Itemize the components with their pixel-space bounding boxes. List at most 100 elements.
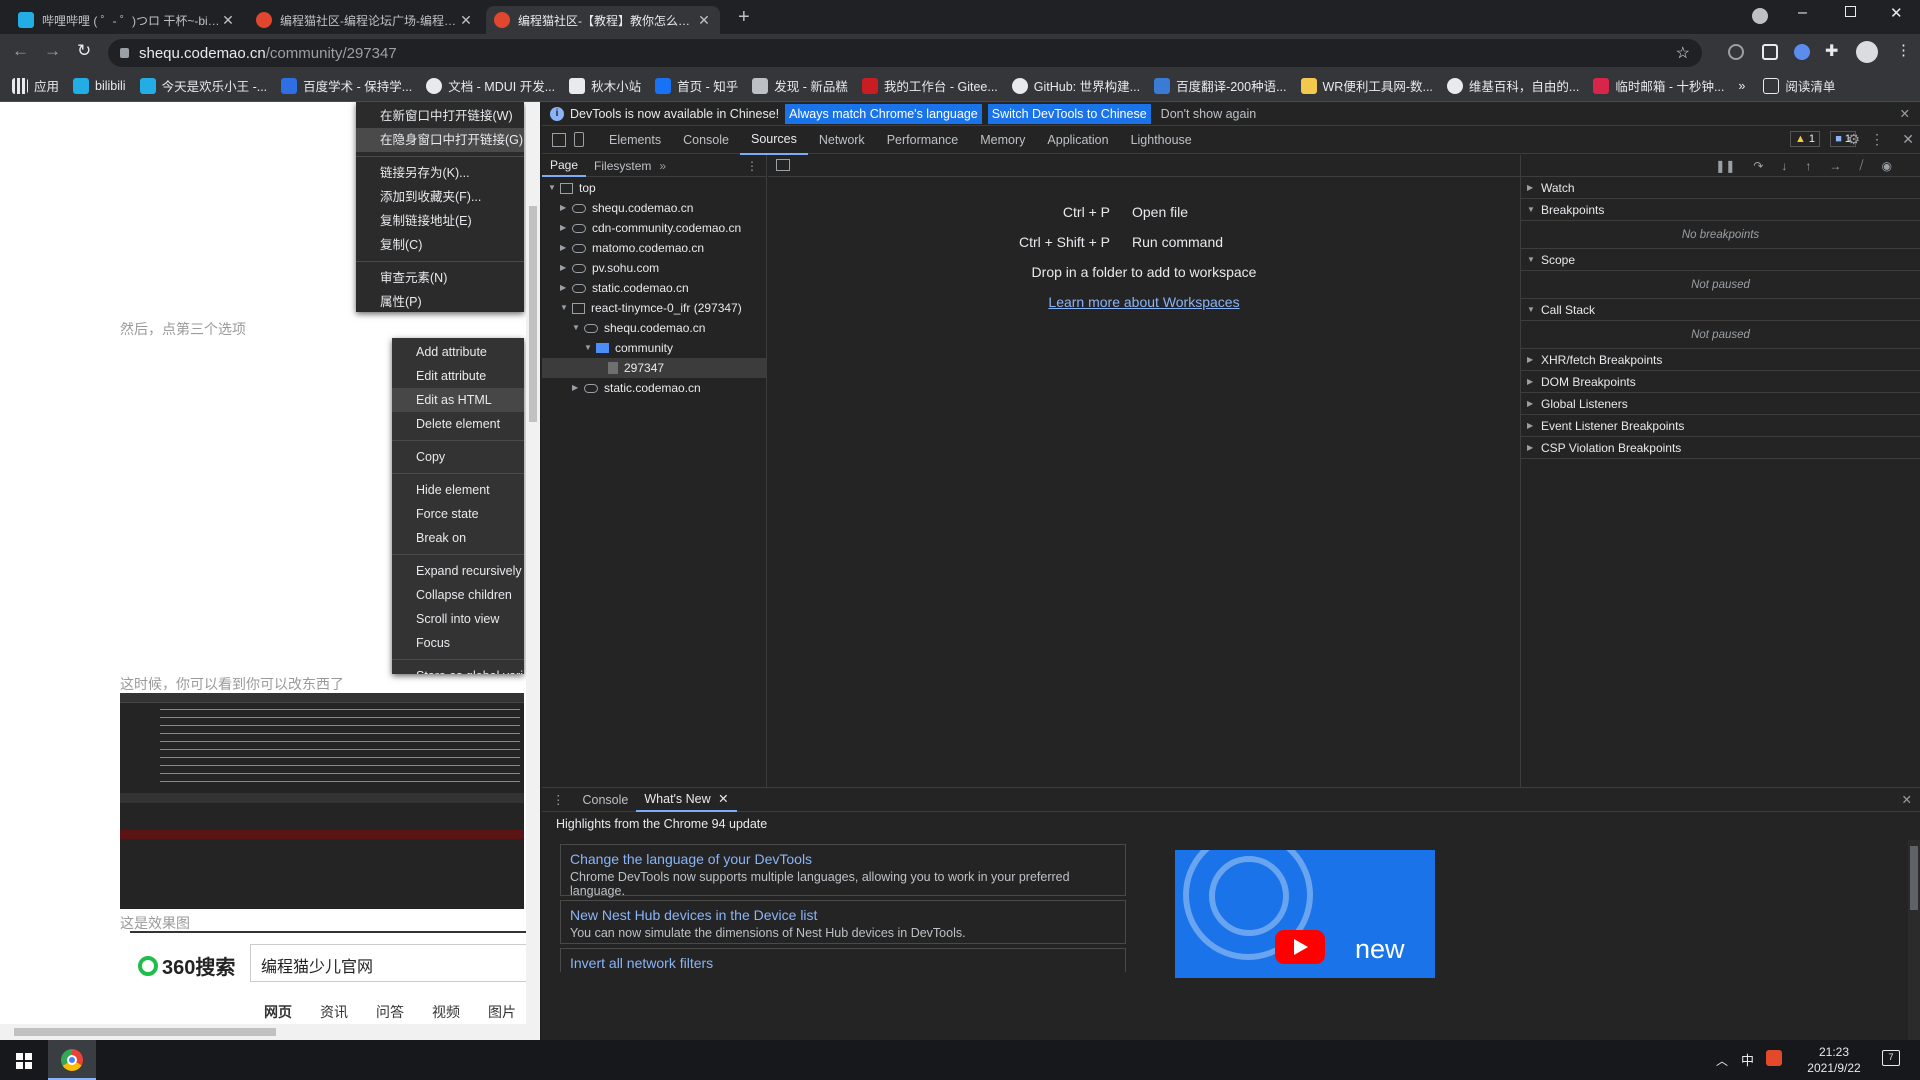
more-bookmarks-button[interactable]: » [1738,79,1745,93]
notification-center-icon[interactable]: 7 [1882,1050,1900,1066]
step-into-icon[interactable]: ↓ [1781,159,1787,173]
debugger-section-header[interactable]: ▼ Breakpoints [1521,199,1920,221]
menu-item[interactable]: Edit attribute [392,364,524,388]
expanded-arrow-icon[interactable]: ▼ [560,298,570,318]
match-language-button[interactable]: Always match Chrome's language [785,103,982,124]
tab-sources[interactable]: Sources [739,125,808,155]
tree-item[interactable]: ▶ pv.sohu.com [542,258,766,278]
search-input[interactable]: 编程猫少儿官网 [250,944,540,982]
bookmark-item[interactable]: WR便利工具网-数... [1300,76,1433,95]
learn-workspaces-link[interactable]: Learn more about Workspaces [768,287,1520,317]
video-thumbnail[interactable]: new [1175,850,1435,978]
device-toolbar-icon[interactable] [574,132,584,147]
tree-item[interactable]: ▼ shequ.codemao.cn [542,318,766,338]
close-tab-icon[interactable]: ✕ [458,12,474,29]
debugger-section-header[interactable]: ▶ Watch [1521,177,1920,199]
debugger-section-header[interactable]: ▶ CSP Violation Breakpoints [1521,437,1920,459]
menu-item[interactable]: Hide element [392,478,524,502]
close-tab-icon[interactable]: ✕ [220,12,236,29]
search-tab[interactable]: 图片 [488,1002,516,1022]
tab-codemao-tutorial[interactable]: 编程猫社区-【教程】教你怎么用... ✕ [486,6,720,34]
debugger-section-header[interactable]: ▶ XHR/fetch Breakpoints [1521,349,1920,371]
start-button[interactable] [0,1040,48,1080]
minimize-icon[interactable]: – [1798,4,1807,22]
collapsed-arrow-icon[interactable]: ▶ [560,258,570,278]
more-tabs-chevron-icon[interactable]: » [659,159,666,173]
bookmark-item[interactable]: 发现 - 新品糕 [752,76,848,95]
menu-item[interactable]: 审查元素(N) [356,266,524,290]
menu-item[interactable]: 链接另存为(K)... [356,161,524,185]
feature-card[interactable]: New Nest Hub devices in the Device list … [560,900,1126,944]
back-icon[interactable]: ← [12,41,29,61]
expanded-arrow-icon[interactable]: ▼ [548,178,558,198]
feature-card[interactable]: Invert all network filters [560,948,1126,972]
tree-item[interactable]: 297347 [542,358,766,378]
feature-title[interactable]: New Nest Hub devices in the Device list [570,907,1116,923]
bookmark-item[interactable]: 文档 - MDUI 开发... [426,76,555,95]
inspect-element-icon[interactable] [552,132,566,147]
drawer-tab-console[interactable]: Console [575,793,637,807]
collapsed-arrow-icon[interactable]: ▶ [560,278,570,298]
expanded-arrow-icon[interactable]: ▼ [584,338,594,358]
nav-tab-filesystem[interactable]: Filesystem [586,159,659,173]
step-icon[interactable]: → [1829,159,1841,173]
bookmark-item[interactable]: 临时邮箱 - 十秒钟... [1593,76,1724,95]
menu-item[interactable]: Break on [392,526,524,550]
nav-tab-page[interactable]: Page [542,155,587,177]
collapsed-arrow-icon[interactable]: ▶ [560,198,570,218]
menu-item[interactable]: Focus [392,631,524,655]
menu-item[interactable]: Add attribute [392,340,524,364]
drawer-scrollbar[interactable] [1908,840,1920,1040]
expanded-arrow-icon[interactable]: ▼ [572,318,582,338]
chrome-menu-icon[interactable]: ⋮ [1896,41,1911,59]
menu-item[interactable]: Expand recursively [392,559,524,583]
debugger-section-header[interactable]: ▼ Scope [1521,249,1920,271]
collapsed-arrow-icon[interactable]: ▶ [572,378,582,398]
extension-icon[interactable] [1762,44,1778,60]
deactivate-breakpoints-icon[interactable]: ⧸ [1859,158,1863,173]
bookmark-item[interactable]: 今天是欢乐小王 -... [139,76,267,95]
search-tab[interactable]: 问答 [376,1002,404,1022]
search-tab[interactable]: 网页 [264,1002,292,1022]
clock[interactable]: 21:23 2021/9/22 [1796,1044,1872,1076]
search-tab[interactable]: 视频 [432,1002,460,1022]
bookmark-item[interactable]: 百度学术 - 保持学... [281,76,412,95]
bookmark-item[interactable]: 我的工作台 - Gitee... [861,76,998,95]
play-button-icon[interactable] [1275,930,1325,964]
tab-elements[interactable]: Elements [598,126,672,154]
collapsed-arrow-icon[interactable]: ▶ [560,218,570,238]
tab-lighthouse[interactable]: Lighthouse [1120,126,1203,154]
tab-codemao-forum[interactable]: 编程猫社区-编程论坛广场-编程学习 ✕ [248,6,482,34]
menu-item[interactable]: 复制链接地址(E) [356,209,524,233]
navigator-menu-icon[interactable]: ⋮ [746,159,758,173]
reload-icon[interactable]: ↻ [77,41,91,61]
menu-item[interactable]: Edit as HTML [392,388,524,412]
extension-icon[interactable] [1728,44,1744,60]
new-tab-icon[interactable]: + [738,6,750,29]
feature-title[interactable]: Change the language of your DevTools [570,851,1116,867]
pause-on-exceptions-icon[interactable]: ◉ [1882,159,1892,173]
forward-icon[interactable]: → [44,41,61,61]
search-tab[interactable]: 资讯 [320,1002,348,1022]
close-tab-icon[interactable]: ✕ [718,792,728,806]
tree-item[interactable]: ▶ matomo.codemao.cn [542,238,766,258]
tree-item[interactable]: ▶ static.codemao.cn [542,378,766,398]
menu-item[interactable]: Collapse children [392,583,524,607]
bookmark-star-icon[interactable]: ☆ [1676,43,1690,63]
tree-item[interactable]: ▼ top [542,178,766,198]
tab-memory[interactable]: Memory [969,126,1036,154]
close-window-icon[interactable]: ✕ [1890,4,1903,22]
menu-item[interactable]: 复制(C) [356,233,524,257]
tree-item[interactable]: ▼ community [542,338,766,358]
debugger-section-header[interactable]: ▶ Event Listener Breakpoints [1521,415,1920,437]
warning-counter[interactable]: ▲ 1 [1789,131,1820,147]
debugger-section-header[interactable]: ▶ DOM Breakpoints [1521,371,1920,393]
menu-item[interactable]: 在隐身窗口中打开链接(G) [356,128,524,152]
tab-search-icon[interactable] [1752,8,1768,24]
switch-chinese-button[interactable]: Switch DevTools to Chinese [987,103,1151,124]
bookmark-apps[interactable]: 应用 [12,76,59,95]
horizontal-scrollbar[interactable] [0,1024,540,1040]
ime-indicator[interactable]: 中 [1741,1050,1754,1069]
tab-performance[interactable]: Performance [876,126,970,154]
step-out-icon[interactable]: ↑ [1805,159,1811,173]
